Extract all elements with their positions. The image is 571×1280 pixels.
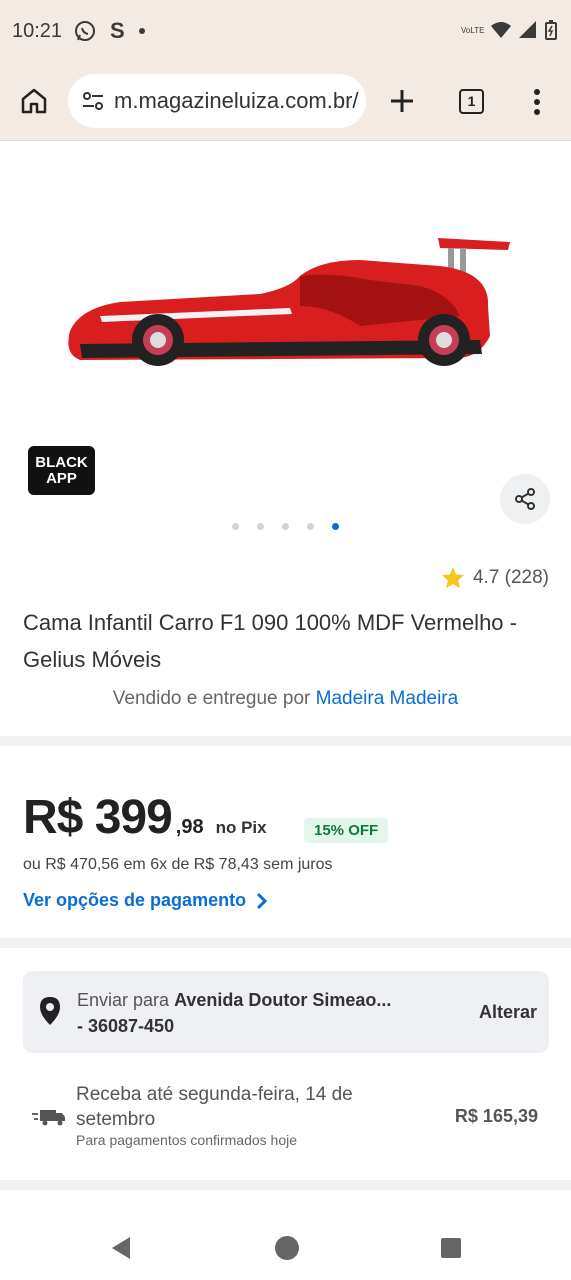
more-menu-icon[interactable]: [532, 88, 542, 116]
section-divider: [0, 938, 571, 948]
payment-options-label[interactable]: Ver opções de pagamento: [23, 890, 246, 911]
carousel-indicator: [232, 523, 339, 530]
star-icon: [441, 567, 464, 588]
tab-switcher-button[interactable]: 1: [459, 89, 484, 114]
status-bar: 10:21 S VoLTE: [0, 0, 571, 62]
chevron-right-icon: [257, 892, 268, 909]
system-nav-bar: [0, 1190, 571, 1280]
share-button[interactable]: [500, 474, 550, 524]
home-icon[interactable]: [20, 88, 48, 114]
dot-icon: [138, 28, 145, 34]
change-address-button[interactable]: Alterar: [479, 1002, 537, 1023]
black-app-badge: BLACK APP: [28, 446, 95, 495]
battery-icon: [545, 20, 557, 40]
site-settings-icon[interactable]: [82, 91, 104, 111]
tab-count: 1: [467, 93, 476, 109]
s-icon: S: [110, 18, 125, 43]
black-app-line2: APP: [46, 469, 77, 487]
back-icon[interactable]: [110, 1236, 132, 1260]
url-text[interactable]: m.magazineluiza.com.br/: [114, 88, 364, 114]
home-circle-icon[interactable]: [274, 1235, 300, 1261]
recents-icon[interactable]: [440, 1237, 462, 1259]
shipping-address-card[interactable]: Enviar para Avenida Doutor Simeao... - 3…: [23, 971, 549, 1053]
seller-info: Vendido e entregue por Madeira Madeira: [0, 688, 571, 710]
carousel-dot[interactable]: [307, 523, 314, 530]
status-time: 10:21: [12, 20, 63, 42]
price-main: R$ 399: [23, 791, 173, 844]
shipping-zip: - 36087-450: [77, 1016, 175, 1036]
product-image-race-car-bed[interactable]: [60, 236, 520, 376]
new-tab-icon[interactable]: [390, 89, 414, 113]
product-title: Cama Infantil Carro F1 090 100% MDF Verm…: [23, 610, 517, 672]
carousel-dot[interactable]: [257, 523, 264, 530]
delivery-truck-icon: [32, 1110, 65, 1126]
discount-badge: 15% OFF: [304, 818, 389, 843]
location-pin-icon: [40, 997, 60, 1025]
carousel-dot[interactable]: [282, 523, 289, 530]
section-divider: [0, 1180, 571, 1190]
address-bar[interactable]: m.magazineluiza.com.br/: [68, 74, 366, 128]
black-app-line1: BLACK: [35, 453, 88, 471]
installments-text: ou R$ 470,56 em 6x de R$ 78,43 sem juros: [23, 856, 333, 873]
shipping-address: Enviar para Avenida Doutor Simeao... - 3…: [77, 987, 457, 1039]
browser-toolbar: m.magazineluiza.com.br/ 1: [0, 62, 571, 141]
price-method: no Pix: [215, 818, 267, 837]
whatsapp-icon: [75, 21, 95, 41]
product-rating[interactable]: 4.7 (228): [441, 566, 549, 589]
wifi-icon: [491, 22, 511, 38]
share-icon: [515, 488, 535, 510]
seller-link[interactable]: Madeira Madeira: [316, 688, 459, 709]
section-divider: [0, 736, 571, 746]
system-icons: VoLTE: [461, 20, 557, 40]
notification-icons: S: [74, 18, 145, 44]
delivery-note: Para pagamentos confirmados hoje: [76, 1132, 298, 1148]
payment-options-link[interactable]: Ver opções de pagamento: [23, 890, 268, 911]
shipping-cost: R$ 165,39: [454, 1106, 538, 1126]
carousel-dot-active[interactable]: [332, 523, 339, 530]
shipping-prefix: Enviar para: [77, 990, 175, 1010]
shipping-address-line: Avenida Doutor Simeao...: [174, 990, 392, 1010]
rating-value: 4.7 (228): [472, 566, 549, 588]
price-cents: ,98: [175, 816, 204, 838]
volte-icon: VoLTE: [461, 25, 485, 35]
signal-icon: [519, 21, 536, 38]
delivery-estimate: Receba até segunda-feira, 14 de setembro: [76, 1084, 353, 1130]
price-block: R$ 399 ,98 no Pix: [23, 790, 267, 845]
seller-prefix: Vendido e entregue por: [112, 688, 316, 709]
carousel-dot[interactable]: [232, 523, 239, 530]
